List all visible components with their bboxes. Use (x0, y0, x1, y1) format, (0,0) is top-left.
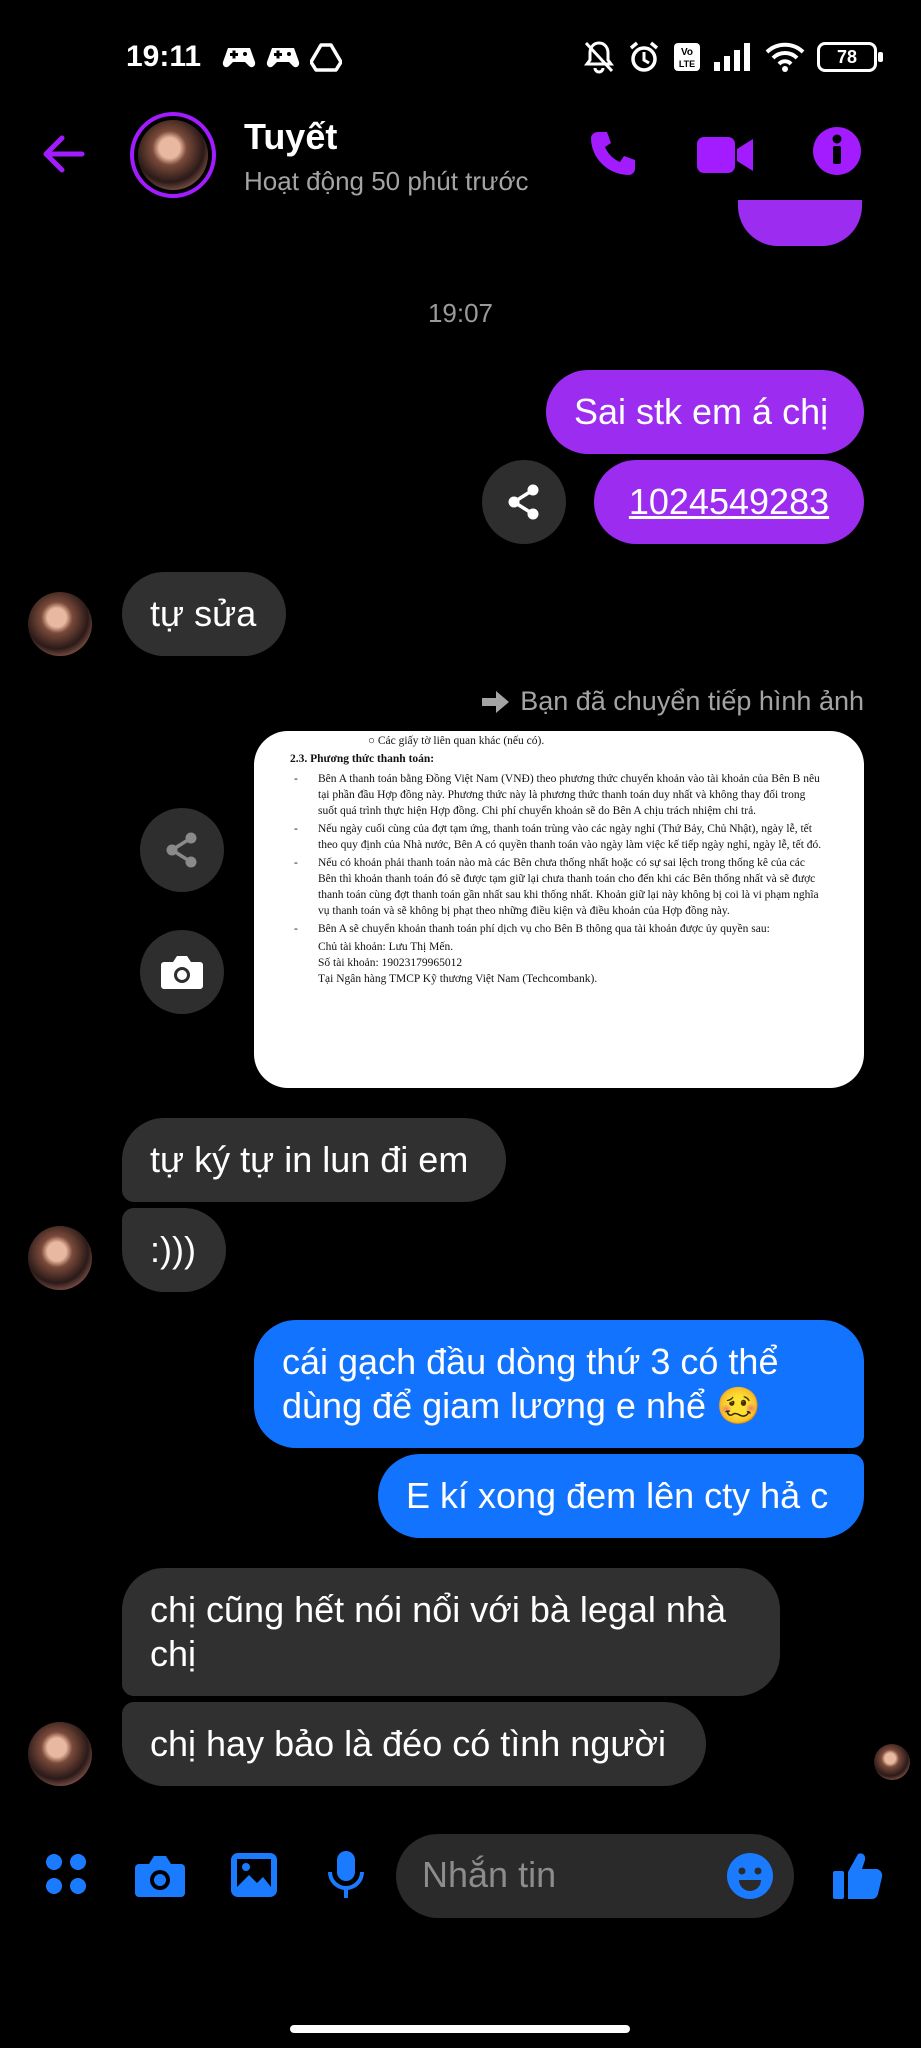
message-bubble-outgoing[interactable]: cái gạch đầu dòng thứ 3 có thể dùng để g… (254, 1320, 864, 1448)
contact-name[interactable]: Tuyết (244, 116, 337, 158)
status-bar: 19:11 Vo LTE 78 (0, 0, 921, 110)
camera-reply-button[interactable] (140, 930, 224, 1014)
doc-section-title: 2.3. Phương thức thanh toán: (290, 753, 435, 765)
share-icon (508, 484, 539, 520)
forwarded-note-text: Bạn đã chuyển tiếp hình ảnh (520, 686, 864, 716)
wifi-icon (765, 42, 805, 72)
contact-avatar-small[interactable] (28, 1226, 92, 1290)
contact-activity-status: Hoạt động 50 phút trước (244, 166, 529, 196)
forward-arrow-icon (482, 690, 510, 713)
alarm-icon (629, 41, 659, 72)
doc-bullet: - Bên A sẽ chuyển khoản thanh toán phí dị… (294, 923, 770, 935)
like-thumb-icon[interactable] (832, 1850, 884, 1900)
message-text: cái gạch đầu dòng thứ 3 có thể dùng để g… (282, 1341, 779, 1426)
info-icon[interactable] (812, 126, 862, 176)
message-text: tự sửa (150, 593, 257, 634)
battery-level: 78 (836, 46, 858, 67)
volte-icon: VoLTE (674, 43, 700, 71)
svg-text:Vo: Vo (681, 47, 693, 58)
contact-avatar[interactable] (130, 112, 216, 198)
contact-avatar-small[interactable] (28, 1722, 92, 1786)
share-image-button[interactable] (140, 808, 224, 892)
message-input[interactable]: Nhắn tin (396, 1834, 794, 1918)
message-bubble-outgoing[interactable]: Sai stk em á chị (546, 370, 864, 454)
signal-icon (714, 43, 750, 71)
camera-icon[interactable] (134, 1854, 186, 1898)
gallery-icon[interactable] (230, 1852, 278, 1898)
forwarded-document-image[interactable]: ○ Các giấy tờ liên quan khác (nếu có). 2… (254, 731, 864, 1088)
doc-account-holder: Chủ tài khoản: Lưu Thị Mến. (318, 941, 454, 953)
message-bubble-incoming[interactable]: chị hay bảo là đéo có tình người (122, 1702, 706, 1786)
message-bubble-incoming[interactable]: :))) (122, 1208, 226, 1292)
battery-icon: 78 (817, 42, 883, 72)
doc-bullet: - Bên A thanh toán bằng Đồng Việt Nam (VN… (294, 771, 824, 819)
microphone-icon[interactable] (326, 1850, 366, 1900)
doc-top-line: ○ Các giấy tờ liên quan khác (nếu có). (368, 735, 545, 747)
avatar-image (138, 120, 208, 190)
message-text: Sai stk em á chị (574, 391, 829, 432)
contact-avatar-small[interactable] (28, 592, 92, 656)
message-bubble-incoming[interactable]: tự ký tự in lun đi em (122, 1118, 506, 1202)
emoji-icon[interactable] (726, 1852, 774, 1900)
svg-text:LTE: LTE (679, 59, 695, 69)
share-icon (166, 832, 197, 868)
message-text: chị hay bảo là đéo có tình người (150, 1723, 667, 1764)
message-timestamp: 19:07 (427, 298, 494, 328)
game-controller-icon (266, 48, 300, 68)
doc-account-number: Số tài khoản: 19023179965012 (318, 957, 463, 969)
previous-message-clipped (738, 200, 862, 246)
doc-bullet-text: Bên A sẽ chuyển khoản thanh toán phí dịc… (318, 923, 770, 935)
game-controller-icon (222, 48, 256, 68)
message-bubble-account-number[interactable]: 1024549283 (594, 460, 864, 544)
message-bubble-incoming[interactable]: chị cũng hết nói nổi với bà legal nhà ch… (122, 1568, 780, 1696)
status-right-icons: Vo LTE 78 (583, 40, 883, 74)
message-text: :))) (150, 1229, 196, 1270)
drive-icon (310, 43, 342, 72)
message-text: E kí xong đem lên cty hả c (406, 1475, 829, 1516)
account-number-link[interactable]: 1024549283 (629, 481, 829, 522)
phone-call-icon[interactable] (586, 128, 638, 180)
message-bubble-outgoing[interactable]: E kí xong đem lên cty hả c (378, 1454, 864, 1538)
camera-icon (161, 956, 203, 989)
doc-bullet-text: Nếu có khoản phải thanh toán nào mà các … (318, 857, 819, 917)
message-input-placeholder: Nhắn tin (422, 1854, 557, 1895)
forwarded-note: Bạn đã chuyển tiếp hình ảnh (446, 686, 864, 717)
read-receipt-avatar (874, 1744, 910, 1780)
status-time: 19:11 (126, 40, 202, 73)
doc-bullet-text: Nếu ngày cuối cùng của đợt tạm ứng, than… (318, 823, 822, 851)
message-text: chị cũng hết nói nổi với bà legal nhà ch… (150, 1589, 726, 1674)
home-indicator[interactable] (290, 2025, 630, 2033)
doc-bullet-text: Bên A thanh toán bằng Đồng Việt Nam (VNĐ… (318, 773, 820, 817)
more-actions-icon[interactable] (44, 1852, 88, 1896)
message-text: tự ký tự in lun đi em (150, 1139, 469, 1180)
doc-bank-name: Tại Ngân hàng TMCP Kỹ thương Việt Nam (T… (318, 973, 598, 985)
doc-bullet: - Nếu có khoản phải thanh toán nào mà các… (294, 855, 824, 919)
back-arrow-icon[interactable] (38, 128, 90, 180)
share-button[interactable] (482, 460, 566, 544)
status-left-icons (222, 42, 342, 72)
video-call-icon[interactable] (696, 133, 754, 177)
bell-off-icon (584, 41, 614, 74)
doc-bullet: - Nếu ngày cuối cùng của đợt tạm ứng, tha… (294, 821, 824, 853)
message-bubble-incoming[interactable]: tự sửa (122, 572, 286, 656)
